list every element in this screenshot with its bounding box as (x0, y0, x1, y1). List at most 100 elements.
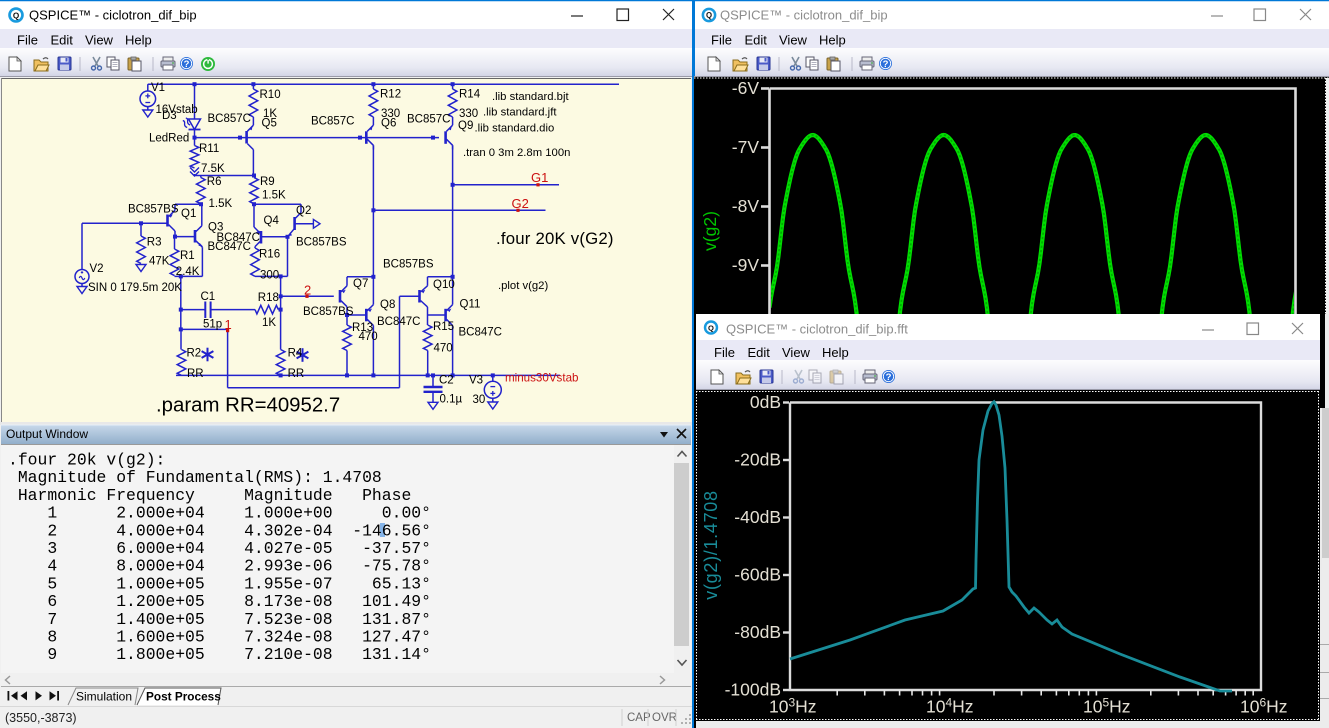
svg-text:Harmonic Frequency Magnitu: Harmonic Frequency Magnitude Phase (8, 486, 411, 505)
svg-text:BC847C: BC847C (459, 327, 502, 339)
svg-text:2.4K: 2.4K (176, 266, 200, 278)
svg-text:G2: G2 (512, 196, 529, 211)
svg-text:-9V: -9V (732, 255, 760, 275)
svg-text:R6: R6 (207, 176, 222, 188)
svg-text:BC847C: BC847C (208, 241, 251, 253)
svg-text:Simulation: Simulation (76, 690, 132, 704)
svg-text:.lib standard.bjt: .lib standard.bjt (492, 91, 569, 103)
svg-text:BC857BS: BC857BS (128, 204, 179, 216)
svg-text:Post Process: Post Process (146, 690, 221, 704)
svg-text:OVR: OVR (652, 712, 677, 724)
svg-text:BC857C: BC857C (407, 114, 450, 126)
svg-text:R2: R2 (187, 348, 202, 360)
svg-text:v(g2)/1.4708: v(g2)/1.4708 (701, 490, 721, 599)
svg-text:LedRed: LedRed (149, 133, 189, 145)
svg-text:(3550,-3873): (3550,-3873) (5, 711, 77, 725)
svg-text:G1: G1 (531, 170, 548, 185)
svg-text:Q7: Q7 (353, 278, 368, 290)
svg-text:.lib standard.dio: .lib standard.dio (475, 123, 555, 135)
svg-text:V2: V2 (90, 263, 104, 275)
svg-text:1.5K: 1.5K (209, 198, 233, 210)
svg-text:View: View (779, 33, 808, 48)
svg-text:8 1.600e+05 7.324e-08: 8 1.600e+05 7.324e-08 127.47° (8, 628, 431, 647)
svg-text:BC857BS: BC857BS (296, 237, 347, 249)
svg-text:30: 30 (473, 394, 486, 406)
svg-text:QSPICE™ - ciclotron_dif_bip: QSPICE™ - ciclotron_dif_bip (29, 8, 197, 23)
svg-text:R15: R15 (433, 321, 454, 333)
svg-text:V1: V1 (151, 82, 165, 94)
svg-text:-20dB: -20dB (734, 450, 781, 470)
svg-text:.lib standard.jft: .lib standard.jft (483, 107, 557, 119)
svg-text:-8V: -8V (732, 196, 760, 216)
svg-text:R9: R9 (260, 176, 275, 188)
svg-text:330: 330 (459, 108, 478, 120)
svg-text:4 8.000e+04 2.993e-06: 4 8.000e+04 2.993e-06 -75.78° (8, 557, 431, 576)
svg-text:QSPICE™ - ciclotron_dif_bip.ff: QSPICE™ - ciclotron_dif_bip.fft (726, 322, 908, 337)
svg-text:1 2.000e+04 1.000e+00: 1 2.000e+04 1.000e+00 0.00° (8, 504, 431, 523)
svg-text:File: File (714, 345, 735, 360)
svg-text:C1: C1 (201, 291, 216, 303)
svg-text:Q: Q (708, 324, 714, 333)
svg-text:-40dB: -40dB (734, 507, 781, 527)
svg-text:Help: Help (125, 33, 152, 48)
svg-text:BC857BS: BC857BS (383, 259, 434, 271)
svg-text:470: 470 (359, 331, 378, 343)
svg-text:View: View (85, 33, 114, 48)
svg-text:.four 20k v(g2):: .four 20k v(g2): (8, 451, 165, 470)
svg-text:470: 470 (434, 343, 453, 355)
svg-text:BC857C: BC857C (208, 113, 251, 125)
svg-text:-7V: -7V (732, 137, 760, 157)
svg-text:Edit: Edit (745, 33, 768, 48)
svg-text:9 1.800e+05 7.210e-08: 9 1.800e+05 7.210e-08 131.14° (8, 645, 431, 664)
svg-text:QSPICE™ - ciclotron_dif_bip: QSPICE™ - ciclotron_dif_bip (720, 8, 888, 23)
svg-text:Q2: Q2 (296, 205, 311, 217)
svg-text:-6V: -6V (732, 78, 760, 98)
svg-text:Q: Q (706, 11, 712, 20)
svg-text:Q9: Q9 (458, 120, 473, 132)
svg-text:BC857C: BC857C (311, 116, 354, 128)
svg-text:.tran 0 3m 2.8m 100n: .tran 0 3m 2.8m 100n (463, 147, 570, 159)
svg-text:1.5K: 1.5K (262, 190, 286, 202)
svg-text:Q1: Q1 (181, 208, 196, 220)
svg-text:?: ? (883, 59, 889, 70)
svg-text:.plot v(g2): .plot v(g2) (498, 280, 548, 292)
svg-text:5 1.000e+05 1.955e-07: 5 1.000e+05 1.955e-07 65.13° (8, 574, 431, 593)
svg-text:R14: R14 (459, 89, 481, 101)
svg-text:51p: 51p (203, 319, 222, 331)
svg-text:-60dB: -60dB (734, 565, 781, 585)
svg-text:Q10: Q10 (433, 279, 455, 291)
svg-text:R3: R3 (147, 237, 162, 249)
svg-text:.param RR=40952.7: .param RR=40952.7 (156, 395, 340, 417)
svg-text:2: 2 (304, 283, 311, 298)
svg-text:R4: R4 (288, 348, 303, 360)
svg-text:File: File (17, 33, 38, 48)
svg-text:.four 20K v(G2): .four 20K v(G2) (496, 229, 614, 248)
svg-text:R12: R12 (380, 89, 401, 101)
svg-text:BC847C: BC847C (377, 316, 420, 328)
svg-text:6 1.200e+05 8.173e-08: 6 1.200e+05 8.173e-08 101.49° (8, 592, 431, 611)
svg-text:Help: Help (822, 345, 849, 360)
svg-text:Q6: Q6 (381, 118, 396, 130)
svg-text:Q8: Q8 (380, 299, 395, 311)
svg-text:2 4.000e+04 4.302e-04: 2 4.000e+04 4.302e-04 -146.56° (8, 521, 431, 540)
svg-text:1: 1 (225, 317, 232, 332)
svg-text:R10: R10 (260, 89, 281, 101)
svg-text:47K: 47K (149, 256, 170, 268)
svg-text:View: View (782, 345, 811, 360)
svg-text:0.1µ: 0.1µ (440, 394, 463, 406)
svg-text:CAP: CAP (627, 712, 651, 724)
svg-text:Q4: Q4 (264, 215, 280, 227)
svg-text:Magnitude of Fundamental(RMS):: Magnitude of Fundamental(RMS): 1.4708 (8, 468, 382, 487)
svg-text:v(g2): v(g2) (700, 211, 720, 251)
svg-text:R16: R16 (259, 249, 280, 261)
svg-text:SIN 0 179.5m 20K: SIN 0 179.5m 20K (88, 282, 182, 294)
svg-text:Q: Q (13, 11, 20, 20)
svg-text:V3: V3 (469, 375, 483, 387)
svg-text:Help: Help (819, 33, 846, 48)
svg-text:Q5: Q5 (262, 118, 277, 130)
svg-text:RR: RR (288, 368, 305, 380)
svg-text:R1: R1 (180, 250, 195, 262)
svg-text:-80dB: -80dB (734, 622, 781, 642)
svg-text:0dB: 0dB (750, 392, 781, 412)
svg-text:R18: R18 (258, 292, 279, 304)
